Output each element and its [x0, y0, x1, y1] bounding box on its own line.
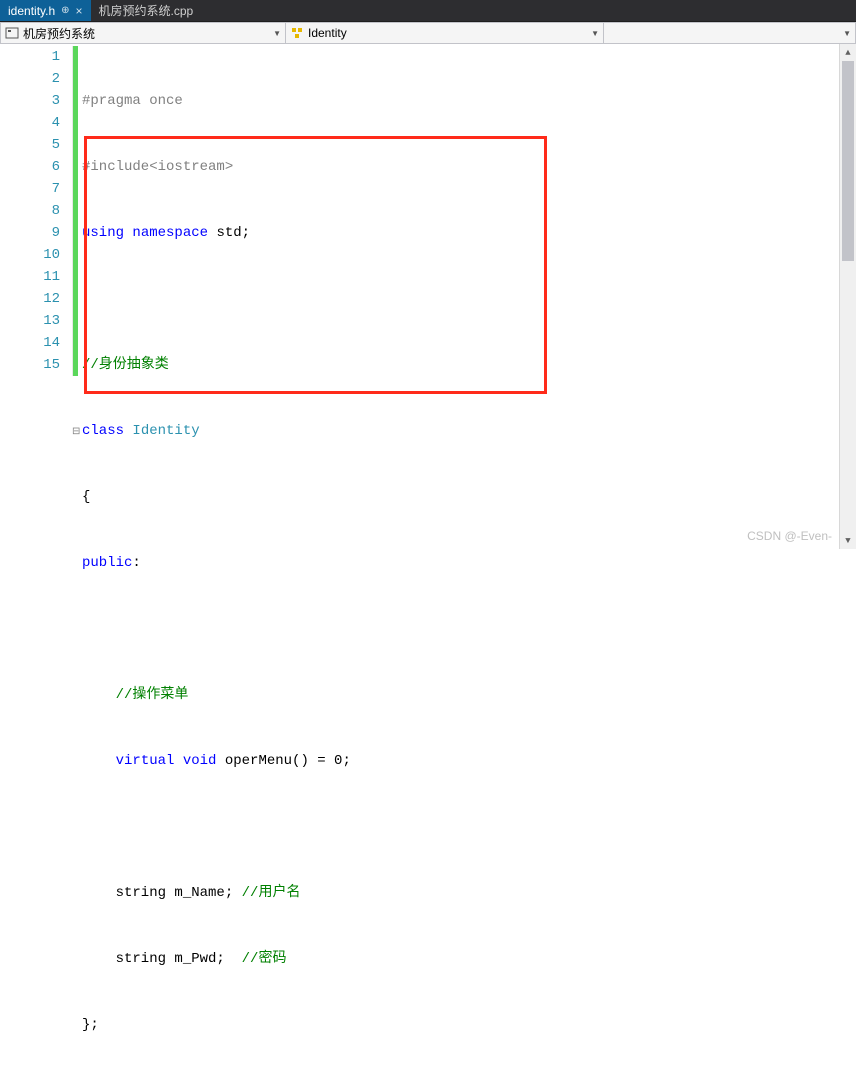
code-line: [82, 816, 856, 838]
code-line: {: [82, 486, 856, 508]
code-line: using namespace std;: [82, 222, 856, 244]
code-text-area[interactable]: #pragma once #include<iostream> using na…: [78, 44, 856, 549]
class-icon: [290, 26, 304, 40]
code-line: [82, 618, 856, 640]
pin-icon[interactable]: ⊕: [61, 5, 69, 16]
code-line: string m_Pwd; //密码: [82, 948, 856, 970]
code-line: #include<iostream>: [82, 156, 856, 178]
line-number: 13: [0, 310, 60, 332]
line-number: 14: [0, 332, 60, 354]
line-number: 7: [0, 178, 60, 200]
breadcrumb-file-label: 机房预约系统: [23, 25, 95, 42]
code-line: virtual void operMenu() = 0;: [82, 750, 856, 772]
code-line: [82, 288, 856, 310]
tab-label: identity.h: [8, 4, 55, 18]
line-number: 11: [0, 266, 60, 288]
tab-label: 机房预约系统.cpp: [99, 2, 194, 19]
close-icon[interactable]: ×: [76, 4, 83, 18]
line-number: 6: [0, 156, 60, 178]
tab-cpp-file[interactable]: 机房预约系统.cpp: [91, 0, 202, 21]
line-number: 2: [0, 68, 60, 90]
line-number: 8: [0, 200, 60, 222]
line-number: 4: [0, 112, 60, 134]
line-number: 12: [0, 288, 60, 310]
line-number: 3: [0, 90, 60, 112]
code-line: #pragma once: [82, 90, 856, 112]
breadcrumb-symbol-label: Identity: [308, 26, 347, 40]
code-line: };: [82, 1014, 856, 1036]
line-number: 9: [0, 222, 60, 244]
line-number-gutter: 1 2 3 4 5 6 7 8 9 10 11 12 13 14 15: [0, 44, 72, 549]
code-line: ⊟class Identity: [82, 420, 856, 442]
breadcrumb-bar: 机房预约系统 ▼ Identity ▼ ▼: [0, 22, 856, 44]
breadcrumb-symbol[interactable]: Identity ▼: [286, 23, 604, 43]
scroll-thumb[interactable]: [842, 61, 854, 261]
line-number: 1: [0, 46, 60, 68]
line-number: 10: [0, 244, 60, 266]
project-icon: [5, 26, 19, 40]
line-number: 15: [0, 354, 60, 376]
chevron-down-icon[interactable]: ▼: [591, 29, 599, 38]
line-number: 5: [0, 134, 60, 156]
code-editor[interactable]: 1 2 3 4 5 6 7 8 9 10 11 12 13 14 15 #pra…: [0, 44, 856, 549]
collapse-icon[interactable]: ⊟: [72, 422, 82, 444]
scroll-down-arrow-icon[interactable]: ▼: [840, 532, 856, 549]
code-line: //操作菜单: [82, 684, 856, 706]
code-line: //身份抽象类: [82, 354, 856, 376]
tab-identity-h[interactable]: identity.h ⊕ ×: [0, 0, 91, 21]
vertical-scrollbar[interactable]: ▲ ▼: [839, 44, 856, 549]
chevron-down-icon[interactable]: ▼: [843, 29, 851, 38]
chevron-down-icon[interactable]: ▼: [273, 29, 281, 38]
tabs-bar: identity.h ⊕ × 机房预约系统.cpp: [0, 0, 856, 22]
breadcrumb-member[interactable]: ▼: [604, 23, 855, 43]
code-line: public:: [82, 552, 856, 574]
code-line: string m_Name; //用户名: [82, 882, 856, 904]
breadcrumb-file[interactable]: 机房预约系统 ▼: [1, 23, 286, 43]
scroll-up-arrow-icon[interactable]: ▲: [840, 44, 856, 61]
